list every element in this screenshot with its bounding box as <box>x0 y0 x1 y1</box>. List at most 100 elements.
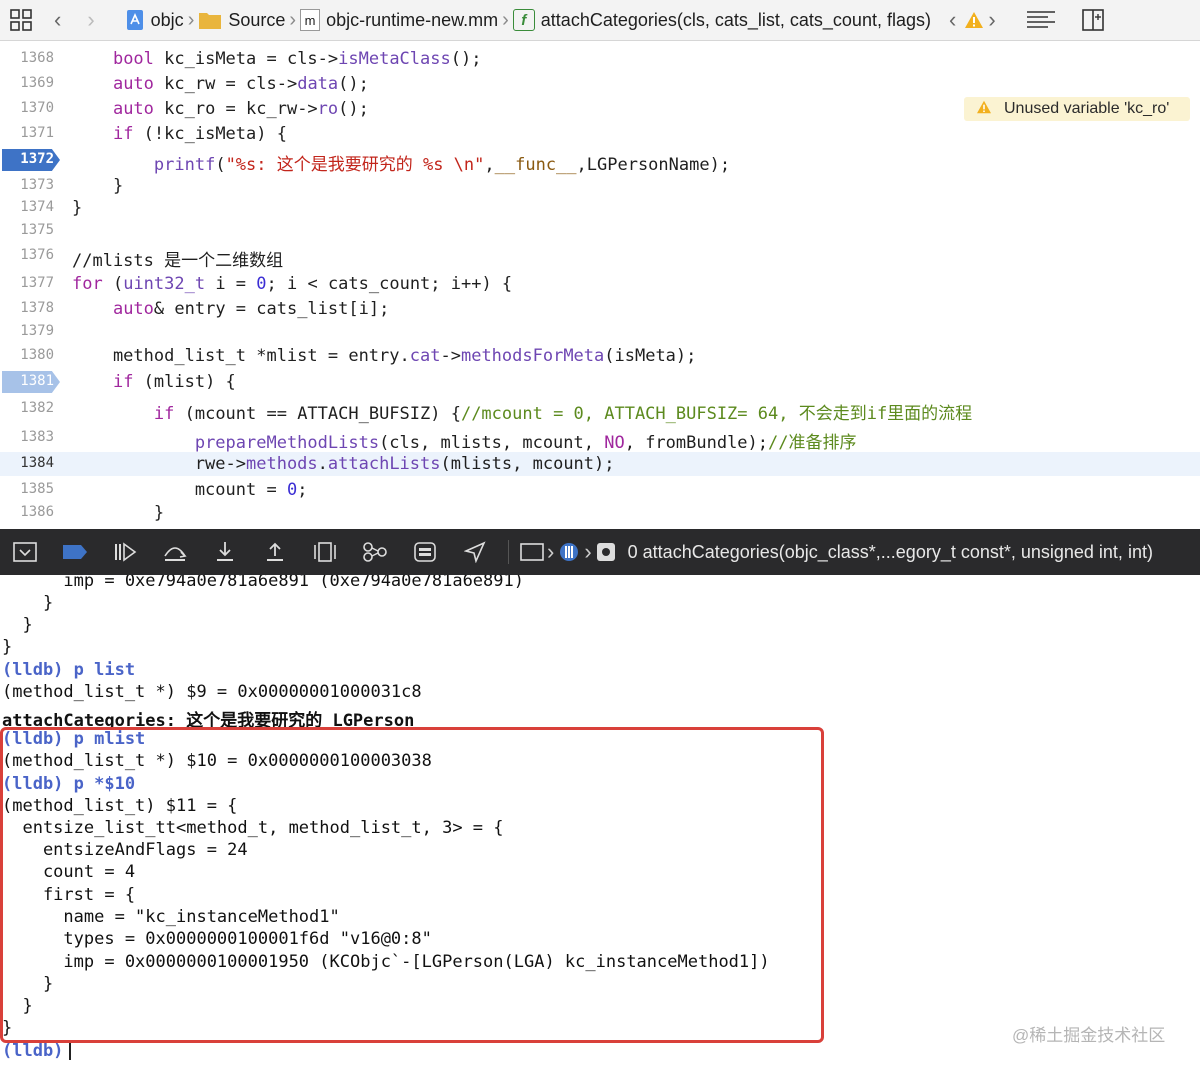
line-number: 1376 <box>20 247 54 263</box>
console-input-line[interactable]: (lldb) <box>2 1041 72 1063</box>
text-cursor <box>69 1042 72 1060</box>
warning-text: Unused variable 'kc_ro' <box>1004 100 1170 117</box>
next-issue-chevron-icon[interactable]: › <box>988 7 995 33</box>
console-line: (method_list_t *) $9 = 0x00000001000031c… <box>2 682 422 702</box>
watermark-text: @稀土掘金技术社区 <box>1012 1026 1166 1045</box>
add-editor-icon[interactable] <box>1081 9 1104 31</box>
inline-warning[interactable]: Unused variable 'kc_ro' <box>964 97 1190 121</box>
code-text: if (mlist) { <box>112 372 236 392</box>
breakpoints-toggle-icon[interactable] <box>50 544 100 560</box>
code-text: rwe->methods.attachLists(mlists, mcount)… <box>72 454 615 474</box>
stack-frame-label[interactable]: 0 attachCategories(objc_class*,...egory_… <box>628 542 1153 563</box>
code-line[interactable]: 1368 bool kc_isMeta = cls->isMetaClass()… <box>0 47 1200 71</box>
lldb-prompt: (lldb) p list <box>2 660 136 680</box>
line-number: 1374 <box>20 199 54 215</box>
code-line[interactable]: 1371 if (!kc_isMeta) { <box>0 122 1200 146</box>
line-number: 1372 <box>20 151 54 167</box>
simulate-location-icon[interactable] <box>450 541 500 563</box>
debug-view-hierarchy-icon[interactable] <box>300 541 350 563</box>
memory-graph-icon[interactable] <box>350 541 400 563</box>
code-line[interactable]: 1369 auto kc_rw = cls->data(); <box>0 72 1200 96</box>
line-number: 1370 <box>20 100 54 116</box>
source-editor[interactable]: 1368 bool kc_isMeta = cls->isMetaClass()… <box>0 41 1200 528</box>
code-line[interactable]: 1382 if (mcount == ATTACH_BUFSIZ) {//mco… <box>0 397 1200 424</box>
project-icon <box>125 9 145 31</box>
code-text: method_list_t *mlist = entry.cat->method… <box>72 346 697 366</box>
line-number: 1368 <box>20 50 54 66</box>
code-line-current[interactable]: 1384 rwe->methods.attachLists(mlists, mc… <box>0 452 1200 476</box>
code-text: auto kc_ro = kc_rw->ro(); <box>112 99 369 119</box>
code-text: } <box>72 503 165 523</box>
line-number: 1384 <box>20 455 54 471</box>
warning-icon <box>976 100 992 119</box>
code-text: printf("%s: 这个是我要研究的 %s \n",__func__,LGP… <box>153 155 731 175</box>
breadcrumb-function[interactable]: f attachCategories(cls, cats_list, cats_… <box>512 9 931 31</box>
breadcrumb-project-label: objc <box>150 9 184 30</box>
breadcrumb-folder[interactable]: Source <box>198 10 285 31</box>
code-text: } <box>72 198 83 218</box>
line-number: 1379 <box>20 323 54 339</box>
step-over-icon[interactable] <box>150 542 200 562</box>
code-line[interactable]: 1378 auto& entry = cats_list[i]; <box>0 297 1200 321</box>
code-text: for (uint32_t i = 0; i < cats_count; i++… <box>72 274 513 294</box>
console-output-line: attachCategories: 这个是我要研究的 LGPerson <box>2 711 415 731</box>
prev-issue-chevron-icon[interactable]: ‹ <box>949 7 956 33</box>
hide-debug-area-icon[interactable] <box>0 542 50 562</box>
folder-icon <box>198 10 222 30</box>
line-number: 1380 <box>20 347 54 363</box>
console-line: } <box>2 615 33 635</box>
console-line: } <box>2 593 54 613</box>
code-text: auto& entry = cats_list[i]; <box>112 299 390 319</box>
breadcrumb-function-label: attachCategories(cls, cats_list, cats_co… <box>540 9 931 30</box>
code-line[interactable]: 1380 method_list_t *mlist = entry.cat->m… <box>0 344 1200 368</box>
code-line[interactable]: 1379 <box>0 320 1200 344</box>
code-text: } <box>72 176 124 196</box>
code-text: mcount = 0; <box>72 480 308 500</box>
debug-bar: › › 0 attachCategories(objc_class*,...eg… <box>0 529 1200 575</box>
code-line[interactable]: 1370 auto kc_ro = kc_rw->ro(); Unused va… <box>0 97 1200 121</box>
warning-icon[interactable] <box>964 11 984 29</box>
code-line[interactable]: 1376 //mlists 是一个二维数组 <box>0 244 1200 271</box>
console-prompt-line: (lldb) p list <box>2 660 135 682</box>
line-number: 1381 <box>20 373 54 389</box>
breadcrumb-folder-label: Source <box>228 9 286 30</box>
line-number: 1375 <box>20 222 54 238</box>
code-line-breakpoint[interactable]: 1381 if (mlist) { <box>0 370 1200 394</box>
app-window-icon[interactable] <box>517 542 547 562</box>
code-line[interactable]: 1374 } <box>0 196 1200 220</box>
stack-frame-icon[interactable] <box>592 542 620 562</box>
breadcrumb-project[interactable]: objc <box>125 9 184 31</box>
line-number: 1385 <box>20 481 54 497</box>
breadcrumb-file[interactable]: m objc-runtime-new.mm <box>300 9 498 31</box>
continue-icon[interactable] <box>100 542 150 562</box>
code-text: auto kc_rw = cls->data(); <box>112 74 369 94</box>
line-number: 1386 <box>20 504 54 520</box>
file-badge: m <box>304 12 316 28</box>
code-line[interactable]: 1383 prepareMethodLists(cls, mlists, mco… <box>0 426 1200 453</box>
toolbar-divider <box>508 540 509 564</box>
code-line[interactable]: 1386 } <box>0 501 1200 525</box>
code-line[interactable]: 1385 mcount = 0; <box>0 478 1200 502</box>
line-number: 1373 <box>20 177 54 193</box>
frame-separator-icon: › <box>584 539 592 564</box>
lldb-console[interactable]: imp = 0xe794a0e781a6e891 (0xe794a0e781a6… <box>0 575 1200 1069</box>
line-number: 1371 <box>20 125 54 141</box>
environment-overrides-icon[interactable] <box>400 541 450 563</box>
code-line[interactable]: 1373 } <box>0 174 1200 198</box>
grid-icon[interactable] <box>10 9 32 31</box>
console-line: imp = 0xe794a0e781a6e891 (0xe794a0e781a6… <box>2 575 524 591</box>
forward-chevron-icon[interactable]: › <box>87 7 94 33</box>
breadcrumb-separator-icon: › <box>289 8 297 31</box>
code-line-breakpoint[interactable]: 1372 printf("%s: 这个是我要研究的 %s \n",__func_… <box>0 148 1200 175</box>
lines-menu-icon[interactable] <box>1026 10 1056 30</box>
code-line[interactable]: 1375 <box>0 219 1200 243</box>
console-line: } <box>2 637 13 657</box>
step-into-icon[interactable] <box>200 541 250 563</box>
code-text: bool kc_isMeta = cls->isMetaClass(); <box>112 49 482 69</box>
code-line[interactable]: 1377 for (uint32_t i = 0; i < cats_count… <box>0 272 1200 296</box>
step-out-icon[interactable] <box>250 541 300 563</box>
thread-icon[interactable] <box>554 541 584 563</box>
code-text: prepareMethodLists(cls, mlists, mcount, … <box>194 433 857 453</box>
back-chevron-icon[interactable]: ‹ <box>54 7 61 33</box>
breadcrumb-separator-icon: › <box>502 8 509 31</box>
